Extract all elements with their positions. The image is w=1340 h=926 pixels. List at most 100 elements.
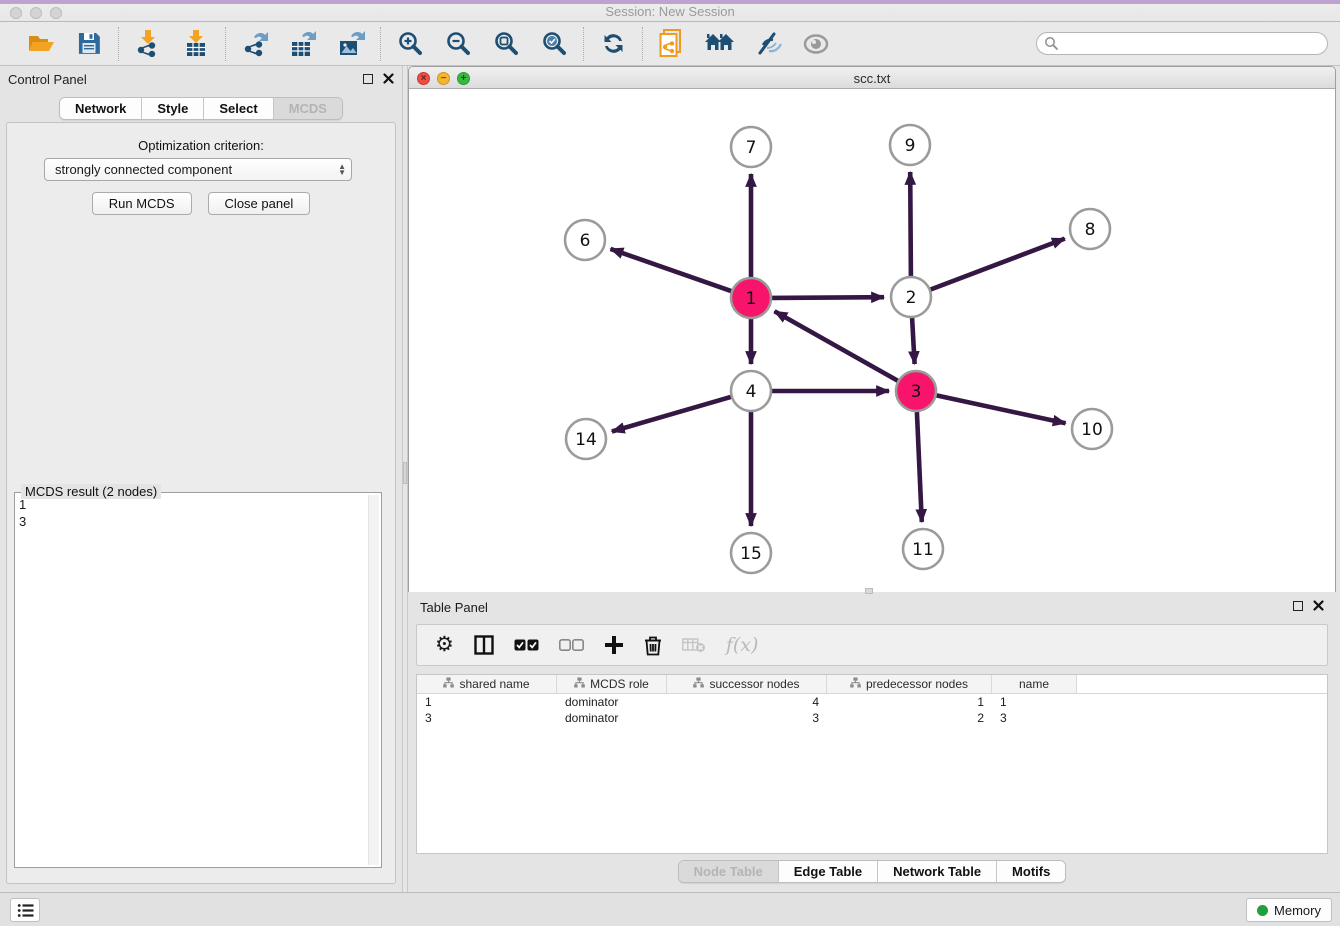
apply-layout-icon[interactable]: [598, 29, 628, 59]
column-header-MCDS-role[interactable]: MCDS role: [557, 675, 667, 693]
graph-node[interactable]: 10: [1072, 409, 1112, 449]
export-table-icon[interactable]: [288, 29, 318, 59]
tab-network[interactable]: Network: [60, 98, 142, 119]
table-cell[interactable]: dominator: [557, 694, 667, 710]
graph-node[interactable]: 14: [566, 419, 606, 459]
network-graph[interactable]: 7 9 6 8 1 2 4 3 14 10 15 11: [409, 89, 1335, 592]
network-canvas[interactable]: 7 9 6 8 1 2 4 3 14 10 15 11: [409, 89, 1335, 592]
import-network-icon[interactable]: [133, 29, 163, 59]
tab-motifs[interactable]: Motifs: [997, 861, 1065, 882]
add-column-icon[interactable]: [604, 635, 624, 655]
homes-icon[interactable]: [705, 29, 735, 59]
close-panel-icon[interactable]: [383, 73, 394, 84]
tab-select[interactable]: Select: [204, 98, 273, 119]
graph-edge[interactable]: [912, 318, 915, 364]
graph-edge[interactable]: [917, 412, 922, 522]
graph-node[interactable]: 7: [731, 127, 771, 167]
network-window-titlebar[interactable]: × − + scc.txt: [409, 67, 1335, 89]
graph-edge[interactable]: [611, 249, 732, 291]
close-panel-button[interactable]: Close panel: [208, 192, 311, 215]
canvas-resize-grip[interactable]: [865, 588, 873, 594]
table-cell[interactable]: 3: [992, 710, 1077, 726]
graph-node[interactable]: 11: [903, 529, 943, 569]
graph-node-label: 3: [911, 382, 922, 402]
table-settings-icon[interactable]: ⚙: [435, 635, 454, 655]
import-table-icon[interactable]: [181, 29, 211, 59]
zoom-fit-icon[interactable]: [491, 29, 521, 59]
table-cell[interactable]: 4: [667, 694, 827, 710]
status-bar: Memory: [0, 892, 1340, 926]
splitter-grip[interactable]: [403, 462, 407, 484]
graph-node-label: 10: [1081, 420, 1103, 440]
save-session-icon[interactable]: [74, 29, 104, 59]
delete-table-icon[interactable]: [682, 637, 706, 653]
tab-style[interactable]: Style: [142, 98, 204, 119]
table-cell[interactable]: 3: [417, 710, 557, 726]
hierarchy-icon: [574, 677, 585, 691]
table-cell[interactable]: 2: [827, 710, 992, 726]
graph-node[interactable]: 2: [891, 277, 931, 317]
mcds-result-lines[interactable]: 13: [19, 496, 365, 530]
float-panel-icon[interactable]: [363, 74, 373, 84]
deselect-all-icon[interactable]: [559, 639, 584, 651]
table-row[interactable]: 3dominator323: [417, 710, 1327, 726]
graph-edge[interactable]: [612, 397, 731, 432]
export-network-icon[interactable]: [240, 29, 270, 59]
table-body[interactable]: 1dominator4113dominator323: [417, 694, 1327, 726]
graph-node[interactable]: 9: [890, 125, 930, 165]
network-view-window: × − + scc.txt 7 9 6 8 1 2 4 3 14 10 15 11: [408, 66, 1336, 592]
memory-label: Memory: [1274, 903, 1321, 918]
tab-mcds[interactable]: MCDS: [274, 98, 342, 119]
graph-node[interactable]: 6: [565, 220, 605, 260]
column-header-successor-nodes[interactable]: successor nodes: [667, 675, 827, 693]
graph-edge[interactable]: [775, 311, 898, 380]
column-header-shared-name[interactable]: shared name: [417, 675, 557, 693]
mcds-result-scrollbar[interactable]: [368, 495, 379, 865]
zoom-in-icon[interactable]: [395, 29, 425, 59]
graph-edge[interactable]: [931, 239, 1065, 290]
graph-node[interactable]: 1: [731, 278, 771, 318]
float-table-panel-icon[interactable]: [1293, 601, 1303, 611]
select-all-icon[interactable]: [514, 639, 539, 651]
table-row[interactable]: 1dominator411: [417, 694, 1327, 710]
function-builder-icon[interactable]: f(x): [726, 634, 759, 656]
export-image-icon[interactable]: [336, 29, 366, 59]
network-from-selection-icon[interactable]: [657, 29, 687, 59]
tab-node-table[interactable]: Node Table: [679, 861, 779, 882]
control-panel-title: Control Panel: [8, 72, 87, 87]
table-tabbar: Node TableEdge TableNetwork TableMotifs: [678, 860, 1067, 883]
graph-edge[interactable]: [772, 297, 884, 298]
table-cell[interactable]: 1: [992, 694, 1077, 710]
hide-graphics-details-icon[interactable]: [753, 29, 783, 59]
table-header-row[interactable]: shared nameMCDS rolesuccessor nodesprede…: [417, 675, 1327, 694]
table-cell[interactable]: 1: [827, 694, 992, 710]
graph-edge[interactable]: [937, 395, 1066, 423]
memory-button[interactable]: Memory: [1246, 898, 1332, 922]
control-panel-header: Control Panel: [0, 70, 402, 90]
open-session-icon[interactable]: [26, 29, 56, 59]
delete-column-icon[interactable]: [644, 635, 662, 656]
graph-node-label: 14: [575, 430, 597, 450]
node-table[interactable]: shared nameMCDS rolesuccessor nodesprede…: [416, 674, 1328, 854]
tab-edge-table[interactable]: Edge Table: [779, 861, 878, 882]
column-header-predecessor-nodes[interactable]: predecessor nodes: [827, 675, 992, 693]
tab-network-table[interactable]: Network Table: [878, 861, 997, 882]
close-table-panel-icon[interactable]: [1313, 600, 1324, 611]
graph-edge[interactable]: [910, 172, 911, 276]
zoom-out-icon[interactable]: [443, 29, 473, 59]
table-cell[interactable]: 3: [667, 710, 827, 726]
show-columns-icon[interactable]: [474, 635, 494, 655]
table-cell[interactable]: 1: [417, 694, 557, 710]
column-header-name[interactable]: name: [992, 675, 1077, 693]
zoom-selected-icon[interactable]: [539, 29, 569, 59]
criterion-dropdown[interactable]: strongly connected component ▲▼: [44, 158, 352, 181]
graph-node[interactable]: 4: [731, 371, 771, 411]
run-mcds-button[interactable]: Run MCDS: [92, 192, 192, 215]
table-cell[interactable]: dominator: [557, 710, 667, 726]
graph-node[interactable]: 15: [731, 533, 771, 573]
graph-node[interactable]: 8: [1070, 209, 1110, 249]
task-history-button[interactable]: [10, 898, 40, 922]
graph-node[interactable]: 3: [896, 371, 936, 411]
show-graphics-details-icon[interactable]: [801, 29, 831, 59]
search-input[interactable]: [1036, 32, 1328, 55]
